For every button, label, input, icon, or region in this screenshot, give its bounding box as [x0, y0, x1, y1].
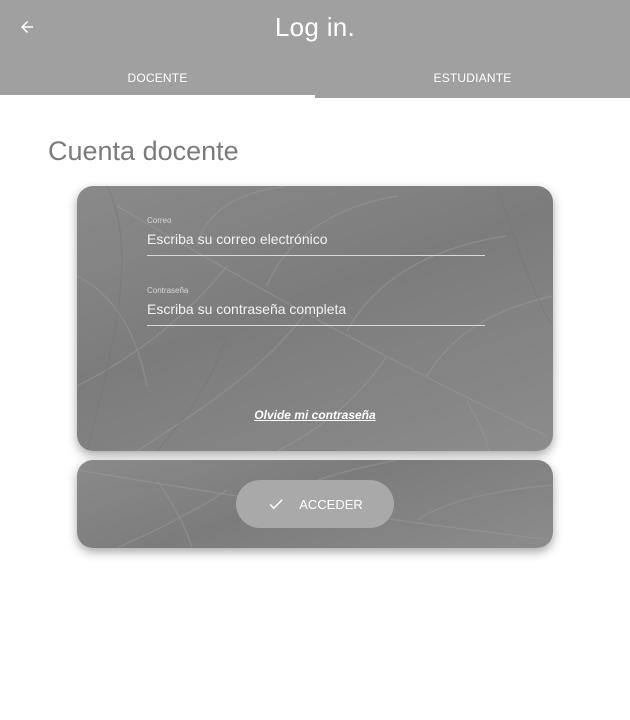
- acceder-button[interactable]: ACCEDER: [236, 480, 394, 528]
- submit-card: ACCEDER: [77, 460, 553, 548]
- email-field[interactable]: [147, 231, 485, 256]
- tab-bar: DOCENTE ESTUDIANTE: [0, 58, 630, 98]
- password-field-group: Contraseña: [147, 286, 485, 326]
- login-form-card: Correo Contraseña Olvide mi contraseña: [77, 186, 553, 451]
- email-label: Correo: [147, 216, 172, 225]
- email-field-group: Correo: [147, 216, 485, 256]
- password-field[interactable]: [147, 301, 485, 326]
- check-icon: [269, 499, 283, 510]
- tab-estudiante[interactable]: ESTUDIANTE: [315, 58, 630, 98]
- forgot-password-link[interactable]: Olvide mi contraseña: [77, 408, 553, 422]
- tab-docente[interactable]: DOCENTE: [0, 58, 315, 98]
- app-bar: Log in. DOCENTE ESTUDIANTE: [0, 0, 630, 98]
- password-label: Contraseña: [147, 286, 189, 295]
- acceder-label: ACCEDER: [299, 496, 363, 512]
- tab-selected-indicator: [0, 95, 315, 98]
- page-title: Log in.: [274, 12, 356, 42]
- section-title: Cuenta docente: [48, 136, 239, 166]
